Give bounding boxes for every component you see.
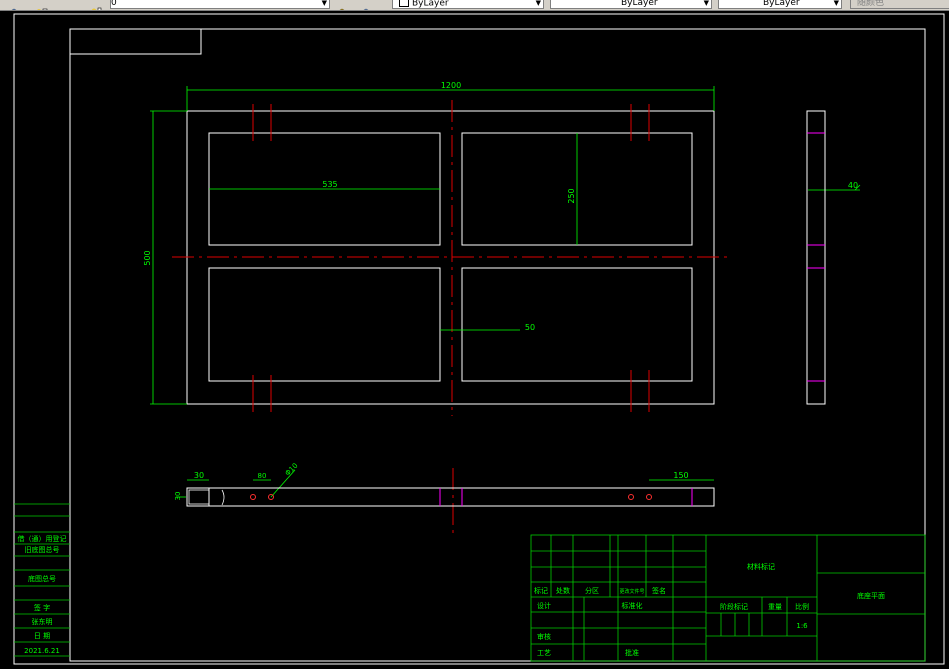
mark-label: 标记 (534, 586, 548, 595)
sign-label: 签 字 (34, 603, 50, 612)
plotstyle-value: 随颜色 (857, 0, 885, 8)
color-swatch-icon (399, 0, 409, 7)
layer-color-icon (90, 0, 102, 10)
dim-gap: 50 (525, 323, 535, 332)
chevron-down-icon[interactable]: ▼ (704, 0, 709, 7)
approve-label: 批准 (625, 648, 639, 657)
linetype-dropdown[interactable]: ByLayer ▼ (550, 0, 712, 9)
dim-hole-dia: Φ10 (284, 462, 300, 478)
dim-opening-height: 250 (567, 188, 576, 203)
scale-value: 1:6 (796, 622, 808, 630)
layer-manager-icon[interactable] (8, 0, 20, 10)
color-dropdown[interactable]: ByLayer ▼ (392, 0, 544, 9)
signer-name: 张东明 (32, 617, 53, 626)
layer-dropdown[interactable]: 0 ▼ (110, 0, 330, 9)
design-label: 设计 (537, 601, 551, 610)
scale-label: 比例 (795, 602, 809, 611)
make-current-icon[interactable] (336, 0, 348, 10)
lineweight-dropdown[interactable]: ByLayer ▼ (718, 0, 842, 9)
stage-label: 阶段标记 (720, 602, 748, 611)
drawing-title: 底座平面 (857, 591, 885, 600)
process-label: 工艺 (537, 649, 551, 657)
drawing-canvas[interactable]: 借（通）用登记 旧底图总号 底图总号 签 字 张东明 日 期 2021.6.21 (0, 10, 949, 669)
dim-bottom-small: 30 (174, 492, 182, 501)
color-value: ByLayer (412, 0, 449, 9)
reg-label: 借（通）用登记 (18, 534, 67, 543)
date-value: 2021.6.21 (24, 647, 60, 655)
standard-label: 标准化 (622, 601, 643, 610)
base-drawing-label: 底图总号 (28, 574, 56, 583)
dim-hole-spacing: 150 (673, 471, 688, 480)
chevron-down-icon[interactable]: ▼ (536, 0, 541, 7)
linetype-value: ByLayer (621, 0, 658, 8)
side-view[interactable] (806, 110, 826, 405)
dim-overall-height: 500 (143, 250, 152, 265)
docno-label: 更改文件号 (619, 588, 644, 595)
count-label: 处数 (556, 586, 570, 595)
zone-label: 分区 (585, 586, 599, 595)
dimensions (150, 86, 861, 498)
dim-side-thickness: 40 (848, 181, 858, 190)
old-drawing-label: 旧底图总号 (25, 545, 60, 554)
layer-state-icon[interactable] (36, 0, 48, 10)
corner-box (69, 28, 202, 55)
layer-previous-icon[interactable] (360, 0, 372, 10)
dim-edge: 30 (194, 471, 204, 480)
inner-border (69, 28, 926, 662)
date-label: 日 期 (34, 632, 50, 640)
dim-hole-offset: 80 (258, 472, 267, 480)
review-label: 审核 (537, 632, 551, 641)
dim-overall-width: 1200 (441, 81, 461, 90)
chevron-down-icon[interactable]: ▼ (322, 0, 327, 7)
centerlines (172, 100, 732, 533)
dim-opening-width: 535 (322, 180, 337, 189)
plotstyle-dropdown: 随颜色 (850, 0, 949, 9)
material-label: 材料标记 (747, 562, 775, 571)
weight-label: 重量 (768, 603, 782, 611)
lineweight-value: ByLayer (763, 0, 800, 8)
layer-name: 0 (111, 0, 117, 8)
front-view[interactable] (186, 487, 715, 507)
sign-label-tb: 签名 (652, 586, 666, 595)
chevron-down-icon[interactable]: ▼ (834, 0, 839, 7)
